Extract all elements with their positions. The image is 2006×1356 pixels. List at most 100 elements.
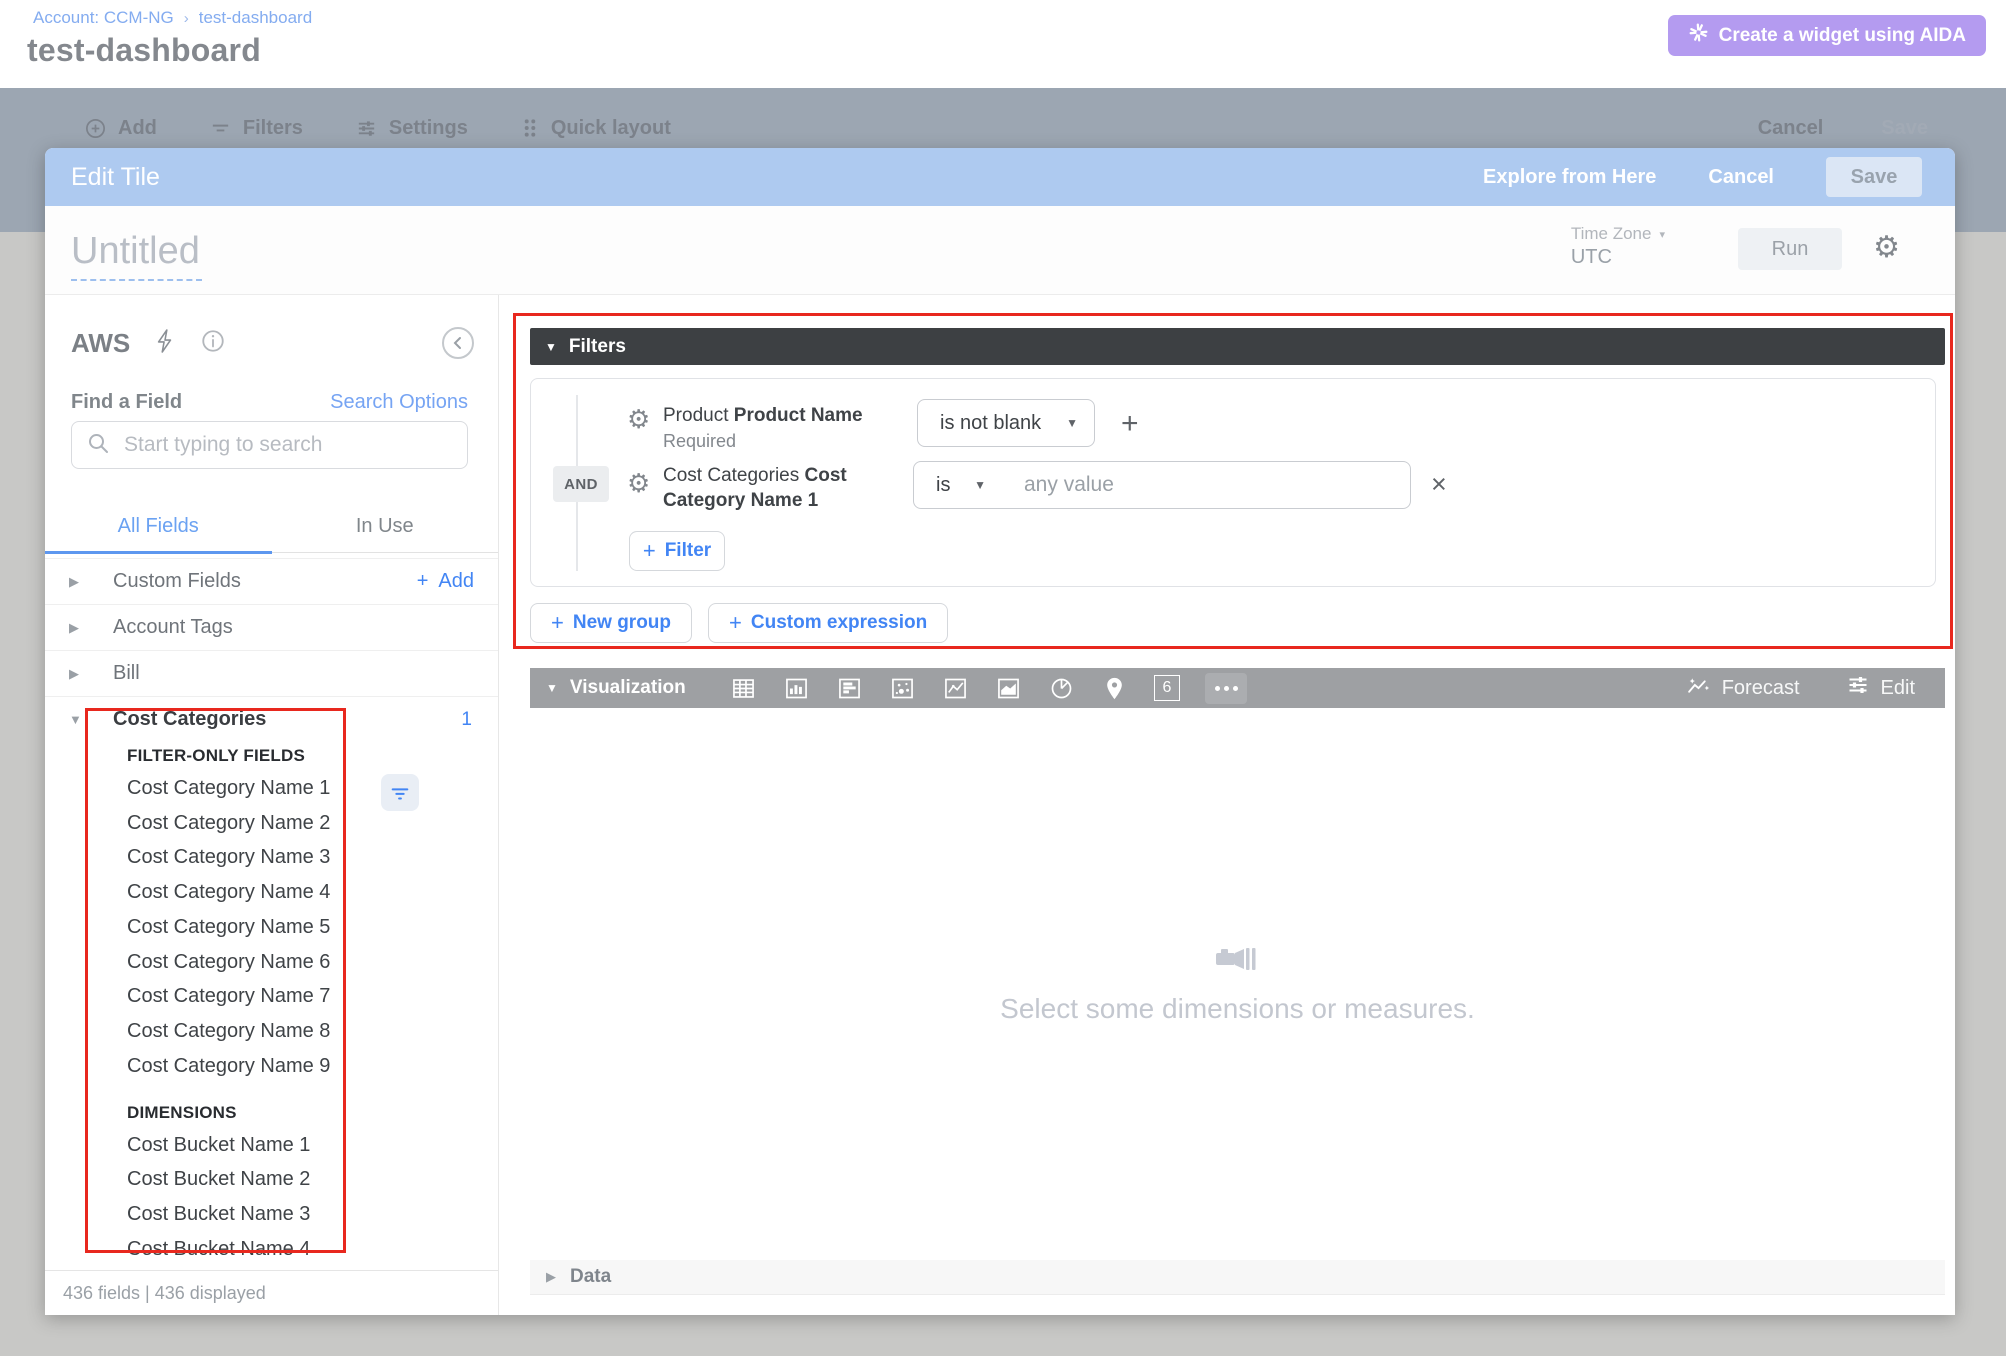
filter-settings-gear-icon[interactable]: ⚙ [627, 405, 650, 435]
filter-field-note: Required [663, 429, 915, 454]
cost-categories-label: Cost Categories [113, 708, 266, 731]
column-chart-icon[interactable] [781, 673, 811, 703]
bar-chart-icon[interactable] [834, 673, 864, 703]
chevron-right-icon: ▶ [69, 666, 95, 682]
chevron-right-icon: ▶ [69, 574, 95, 590]
sidebar-item-custom-fields[interactable]: ▶ Custom Fields +Add [45, 558, 498, 604]
search-icon [86, 431, 110, 460]
explore-from-here-button[interactable]: Explore from Here [1483, 166, 1656, 189]
toolbar-settings-label: Settings [389, 117, 468, 140]
plus-icon: + [643, 538, 656, 564]
search-options-link[interactable]: Search Options [330, 391, 468, 414]
edit-visualization-button[interactable]: Edit [1846, 673, 1915, 703]
create-widget-aida-button[interactable]: Create a widget using AIDA [1668, 15, 1986, 56]
tile-name-input[interactable]: Untitled [71, 230, 202, 281]
logic-and-chip[interactable]: AND [553, 466, 609, 502]
table-chart-icon[interactable] [728, 673, 758, 703]
filter-operator-dropdown[interactable]: is not blank ▼ [917, 399, 1095, 447]
field-item[interactable]: Cost Category Name 1 [127, 771, 488, 806]
filters-section-header[interactable]: ▼ Filters [530, 328, 1945, 365]
field-item[interactable]: Cost Bucket Name 4 [127, 1232, 488, 1267]
sidebar-item-cost-categories[interactable]: ▼ Cost Categories 1 [45, 696, 498, 742]
visualization-section-header[interactable]: ▼ Visualization [546, 677, 728, 699]
tune-sliders-icon [1846, 673, 1870, 703]
filter-operator-value: is [936, 474, 950, 497]
modal-cancel-button[interactable]: Cancel [1708, 166, 1774, 189]
custom-expression-label: Custom expression [751, 612, 927, 634]
field-item[interactable]: Cost Category Name 7 [127, 980, 488, 1015]
modal-save-button[interactable]: Save [1826, 157, 1922, 197]
line-chart-icon[interactable] [940, 673, 970, 703]
tile-title-row: Untitled Time Zone ▾ UTC Run ⚙ [45, 206, 1955, 295]
result-canvas: Select some dimensions or measures. [530, 708, 1945, 1260]
tab-all-fields[interactable]: All Fields [45, 500, 272, 552]
field-search-input[interactable] [124, 433, 453, 457]
run-button[interactable]: Run [1738, 228, 1842, 270]
breadcrumb-account-link[interactable]: Account: CCM-NG [33, 8, 174, 28]
filter-by-field-button[interactable] [381, 774, 419, 811]
fields-tabs: All Fields In Use [45, 500, 498, 553]
toolbar-cancel-button[interactable]: Cancel [1758, 117, 1824, 140]
add-custom-field-button[interactable]: +Add [417, 570, 474, 593]
field-item[interactable]: Cost Category Name 6 [127, 945, 488, 980]
filter-field-label: Product Product Name Required [663, 403, 915, 454]
single-value-icon[interactable]: 6 [1152, 673, 1182, 703]
field-item[interactable]: Cost Category Name 5 [127, 910, 488, 945]
forecast-button[interactable]: Forecast [1686, 673, 1800, 704]
field-item[interactable]: Cost Category Name 9 [127, 1049, 488, 1084]
filter-settings-gear-icon[interactable]: ⚙ [627, 469, 650, 499]
filter-operator-dropdown[interactable]: is ▼ [913, 461, 1003, 509]
chevron-right-icon: ▶ [546, 1269, 556, 1285]
dimensions-header: DIMENSIONS [127, 1098, 488, 1128]
add-circle-icon [84, 117, 107, 140]
map-pin-icon[interactable] [1099, 673, 1129, 703]
toolbar-save-button[interactable]: Save [1881, 117, 1928, 140]
modal-header: Edit Tile Explore from Here Cancel Save [45, 148, 1955, 206]
plus-icon: + [551, 610, 564, 636]
remove-filter-icon[interactable]: × [1431, 471, 1447, 498]
sliders-icon [355, 117, 378, 140]
field-item[interactable]: Cost Category Name 8 [127, 1014, 488, 1049]
add-filter-button[interactable]: + Filter [629, 531, 725, 571]
tab-in-use[interactable]: In Use [272, 500, 499, 552]
new-group-button[interactable]: + New group [530, 603, 692, 643]
query-settings-gear-icon[interactable]: ⚙ [1873, 230, 1900, 265]
toolbar-quick-layout-button[interactable]: Quick layout [520, 117, 671, 140]
timezone-selector[interactable]: Time Zone ▾ UTC [1571, 224, 1665, 269]
field-item[interactable]: Cost Bucket Name 2 [127, 1163, 488, 1198]
account-tags-label: Account Tags [113, 616, 233, 639]
filter-group-card: ⚙ Product Product Name Required is not b… [530, 378, 1936, 587]
filter-field-group: Cost Categories [663, 465, 799, 486]
sidebar-item-bill[interactable]: ▶ Bill [45, 650, 498, 696]
toolbar-add-button[interactable]: Add [84, 117, 157, 140]
filter-value-input[interactable] [1002, 461, 1411, 509]
bolt-icon[interactable] [154, 328, 176, 359]
forecast-sparkle-icon [1686, 673, 1711, 704]
visualization-bar: ▼ Visualization 6 [530, 668, 1945, 708]
pie-chart-icon[interactable] [1046, 673, 1076, 703]
filter-field-name: Product Name [734, 405, 863, 426]
more-visualizations-icon[interactable] [1205, 673, 1247, 704]
toolbar-quick-layout-label: Quick layout [551, 117, 671, 140]
breadcrumb-current-link[interactable]: test-dashboard [199, 8, 312, 28]
sidebar-item-account-tags[interactable]: ▶ Account Tags [45, 604, 498, 650]
toolbar-filters-button[interactable]: Filters [209, 117, 303, 140]
add-filter-value-button[interactable]: + [1121, 407, 1139, 441]
field-item[interactable]: Cost Category Name 3 [127, 841, 488, 876]
timezone-label: Time Zone [1571, 224, 1652, 244]
area-chart-icon[interactable] [993, 673, 1023, 703]
info-icon[interactable] [200, 328, 226, 359]
filter-field-label: Cost Categories Cost Category Name 1 [663, 463, 898, 513]
field-item[interactable]: Cost Category Name 4 [127, 875, 488, 910]
collapse-sidebar-button[interactable] [442, 327, 474, 359]
breadcrumb: Account: CCM-NG › test-dashboard [33, 8, 312, 28]
custom-expression-button[interactable]: + Custom expression [708, 603, 948, 643]
field-item[interactable]: Cost Category Name 2 [127, 806, 488, 841]
field-item[interactable]: Cost Bucket Name 3 [127, 1197, 488, 1232]
new-group-label: New group [573, 612, 671, 634]
data-section-header[interactable]: ▶ Data [530, 1260, 1945, 1295]
field-item[interactable]: Cost Bucket Name 1 [127, 1128, 488, 1163]
toolbar-settings-button[interactable]: Settings [355, 117, 468, 140]
aida-sparkle-icon [1688, 22, 1709, 49]
scatter-plot-icon[interactable] [887, 673, 917, 703]
